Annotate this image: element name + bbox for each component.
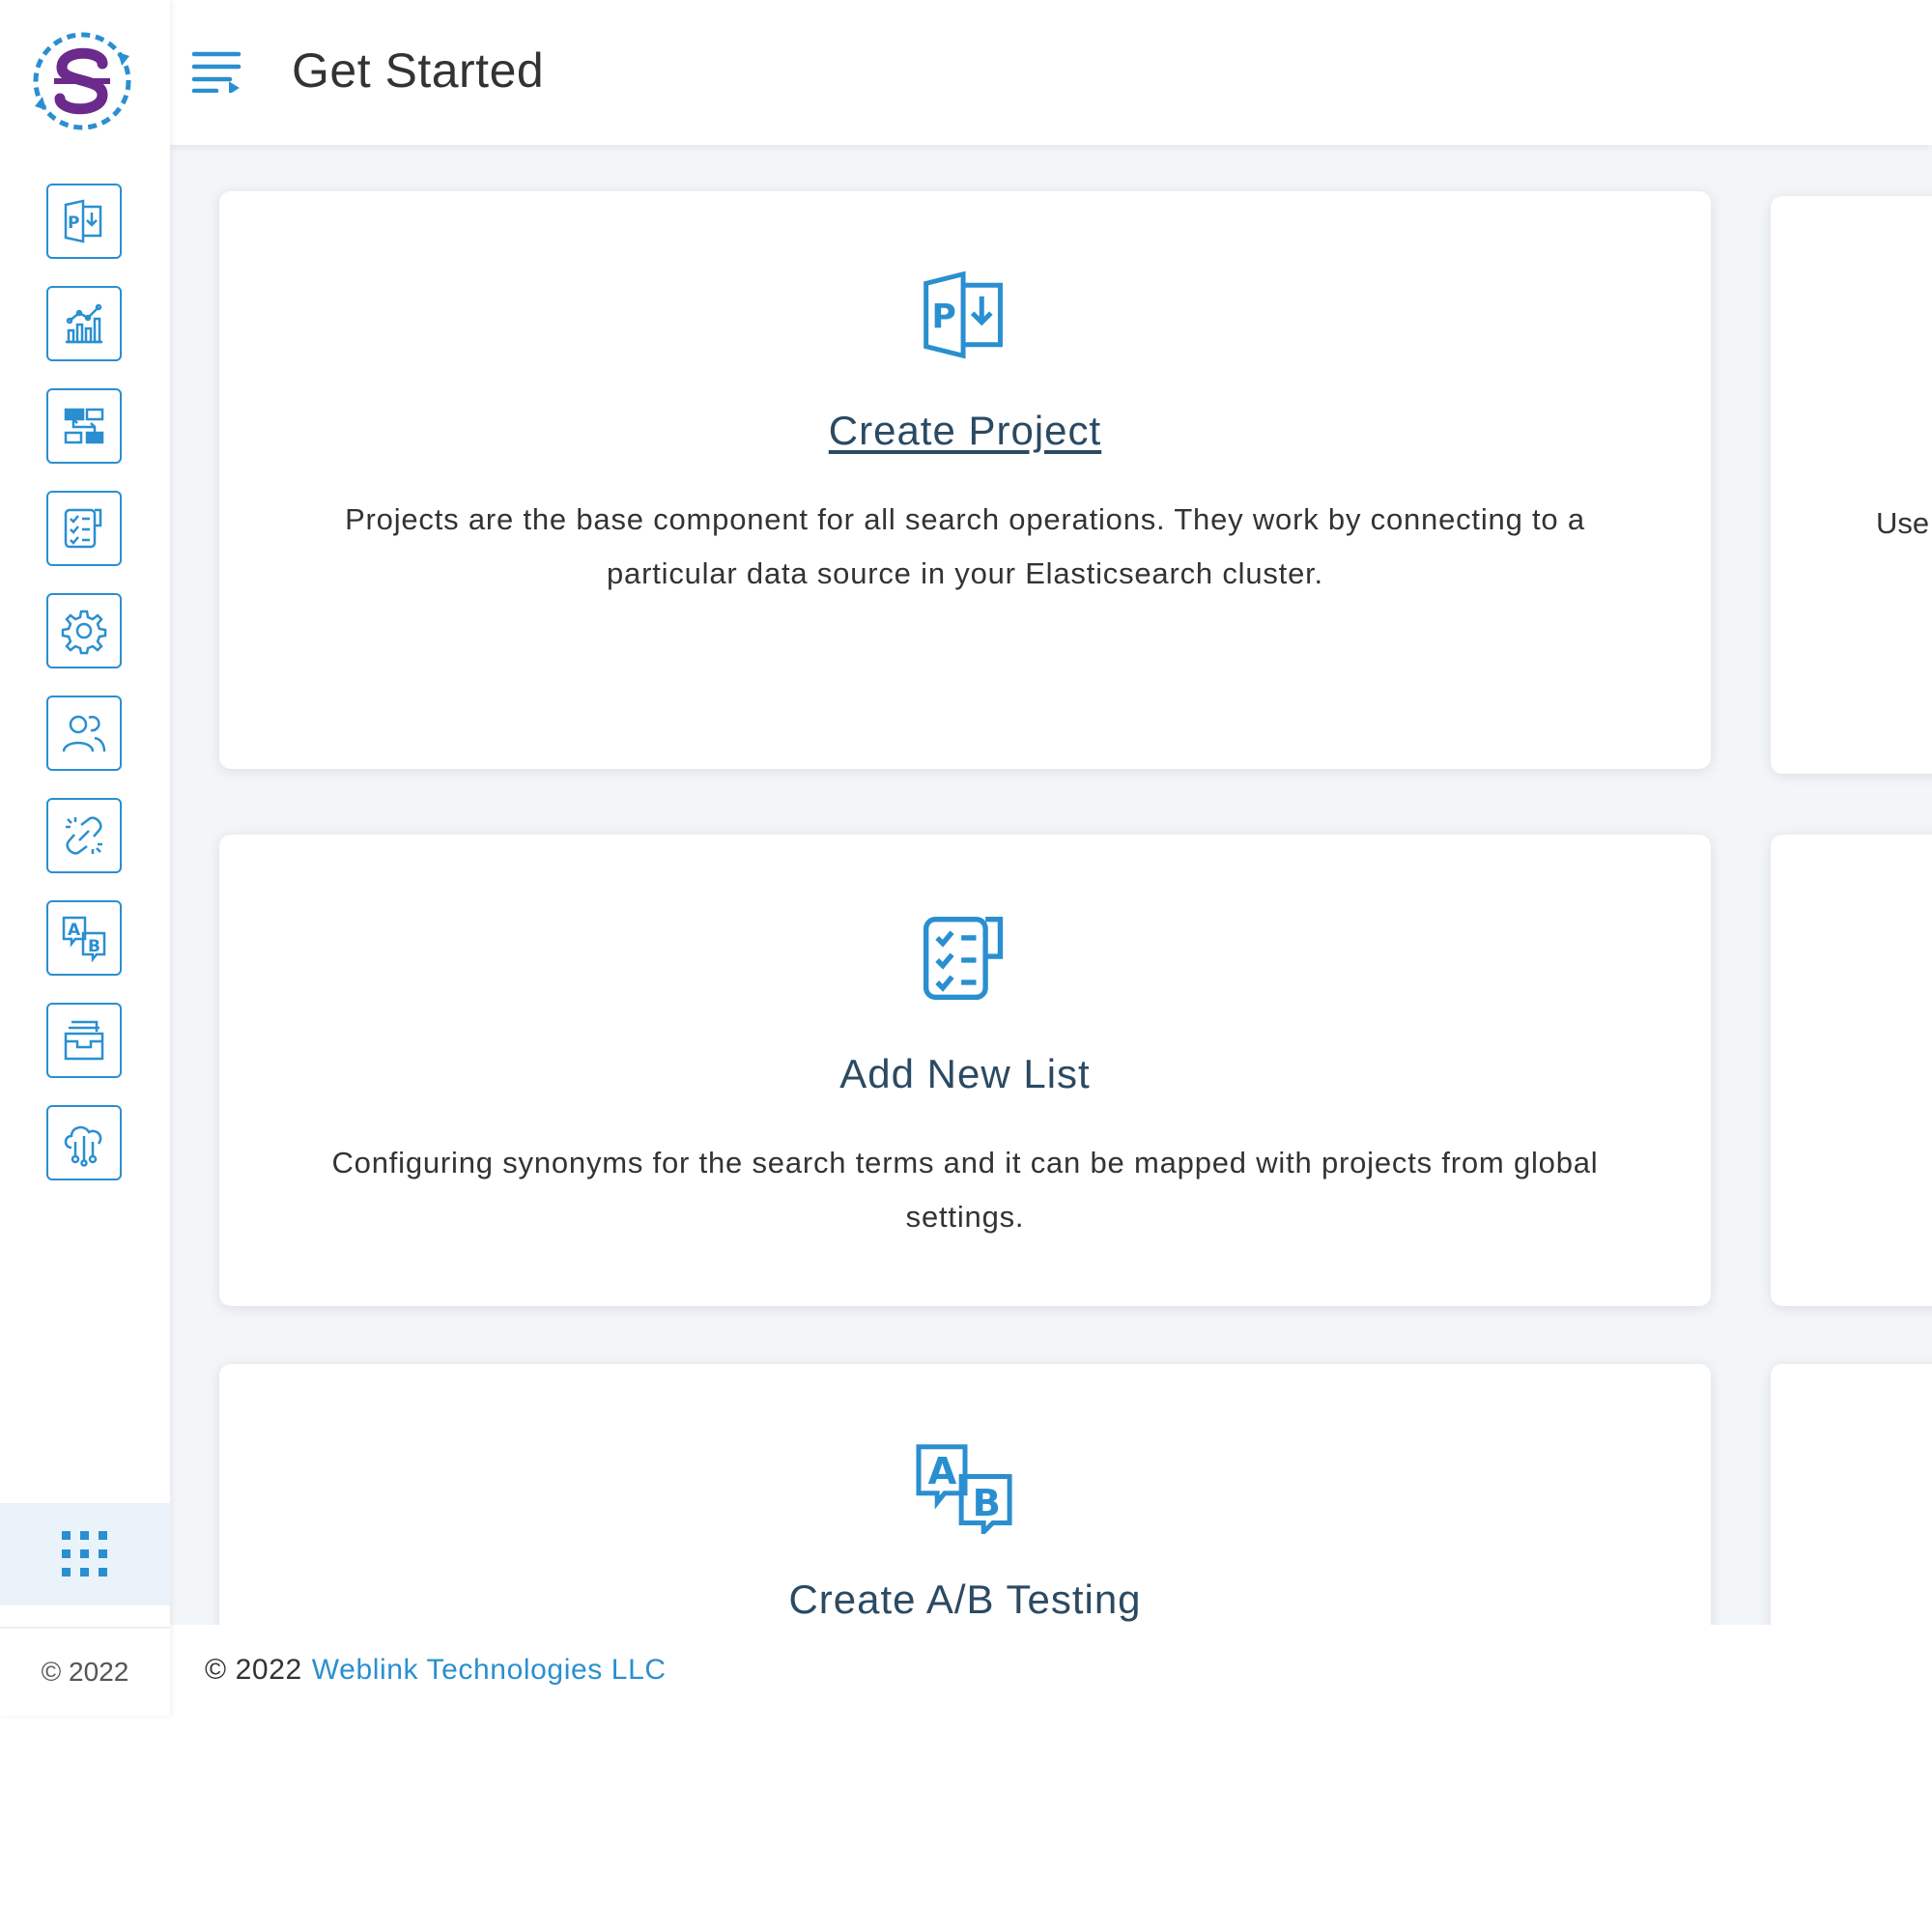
sidebar-item-lists[interactable] — [46, 491, 122, 566]
sidebar-item-ab-testing[interactable]: A B — [46, 900, 122, 976]
card-title: Create A/B Testing — [788, 1577, 1142, 1622]
checklist-icon — [64, 508, 102, 549]
card-description: Configuring synonyms for the search term… — [331, 1146, 1599, 1234]
card-add-new-list: Add New List Configuring synonyms for th… — [219, 835, 1711, 1306]
app-logo[interactable] — [29, 27, 135, 135]
top-header: Get Started — [170, 0, 1932, 145]
project-icon: P — [64, 199, 102, 243]
ab-test-icon: A B — [62, 916, 106, 962]
archive-tray-icon — [64, 1020, 104, 1061]
sidebar-copyright: © 2022 — [0, 1627, 170, 1716]
svg-text:P: P — [931, 298, 955, 336]
project-icon: P — [923, 270, 1003, 359]
analytics-chart-icon — [66, 303, 102, 344]
users-icon — [62, 715, 106, 753]
menu-toggle-icon[interactable] — [191, 50, 242, 93]
sidebar-item-connections[interactable] — [46, 798, 122, 873]
link-icon — [66, 816, 102, 855]
gear-icon — [61, 610, 107, 655]
sidebar-item-projects[interactable]: P — [46, 184, 122, 259]
sidebar-item-users[interactable] — [46, 696, 122, 771]
checklist-icon — [923, 916, 1004, 1001]
card-right-bottom — [1771, 1364, 1932, 1625]
card-right-top-text: Use — [1876, 506, 1930, 540]
card-create-ab-testing: A B Create A/B Testing — [219, 1364, 1711, 1625]
sidebar-item-cloud[interactable] — [46, 1105, 122, 1180]
sidebar-item-analytics[interactable] — [46, 286, 122, 361]
sidebar-item-data-mapping[interactable] — [46, 388, 122, 464]
cloud-network-icon — [64, 1125, 102, 1167]
svg-text:B: B — [88, 937, 100, 956]
company-link[interactable]: Weblink Technologies LLC — [312, 1654, 667, 1687]
svg-text:A: A — [68, 921, 81, 940]
svg-text:B: B — [973, 1482, 1001, 1525]
card-create-project: P Create Project Projects are the base c… — [219, 191, 1711, 769]
sidebar: P A B © 2022 — [0, 0, 170, 1716]
svg-text:A: A — [928, 1450, 957, 1493]
create-project-link[interactable]: Create Project — [219, 408, 1711, 454]
ab-test-icon: A B — [916, 1444, 1012, 1534]
card-title: Add New List — [839, 1051, 1091, 1096]
card-right-top — [1771, 196, 1932, 774]
page-title: Get Started — [292, 43, 545, 98]
page-footer: © 2022 Weblink Technologies LLC — [170, 1625, 1932, 1716]
svg-text:P: P — [68, 213, 79, 233]
main-content: P Create Project Projects are the base c… — [170, 145, 1932, 1625]
sidebar-item-archive[interactable] — [46, 1003, 122, 1078]
grid-dots-icon — [62, 1531, 107, 1577]
mapping-icon — [64, 408, 104, 444]
apps-grid-button[interactable] — [0, 1503, 170, 1605]
sidebar-item-settings[interactable] — [46, 593, 122, 668]
card-description: Projects are the base component for all … — [345, 502, 1585, 590]
footer-copyright: © 2022 — [205, 1654, 302, 1686]
card-right-middle — [1771, 835, 1932, 1306]
